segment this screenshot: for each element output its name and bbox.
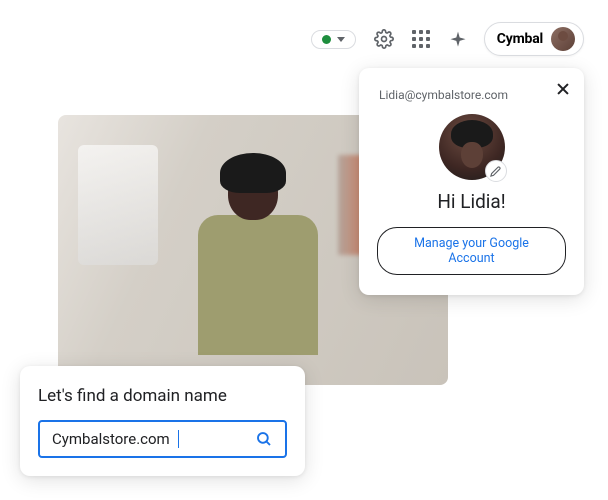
spark-icon[interactable] [448,30,466,48]
edit-avatar-button[interactable] [485,160,507,182]
domain-search-title: Let's find a domain name [38,386,287,406]
manage-account-button[interactable]: Manage your Google Account [377,227,566,275]
brand-account-pill[interactable]: Cymbal [484,22,584,56]
text-cursor [178,430,179,448]
chevron-down-icon [337,37,345,42]
status-dropdown[interactable] [311,30,356,49]
settings-icon[interactable] [374,29,394,49]
top-toolbar: Cymbal [311,22,584,56]
close-icon[interactable] [556,82,570,96]
greeting-text: Hi Lidia! [437,190,505,213]
domain-search-input-wrapper[interactable]: Cymbalstore.com [38,420,287,458]
avatar-large [439,114,505,180]
avatar-small [551,27,575,51]
apps-grid-icon[interactable] [412,30,430,48]
domain-search-card: Let's find a domain name Cymbalstore.com [20,366,305,476]
account-popover: Lidia@cymbalstore.com Hi Lidia! Manage y… [359,68,584,295]
search-icon[interactable] [255,430,273,448]
active-status-dot [322,35,331,44]
brand-name: Cymbal [497,31,543,47]
account-email: Lidia@cymbalstore.com [379,84,508,114]
domain-search-input[interactable]: Cymbalstore.com [52,430,170,448]
